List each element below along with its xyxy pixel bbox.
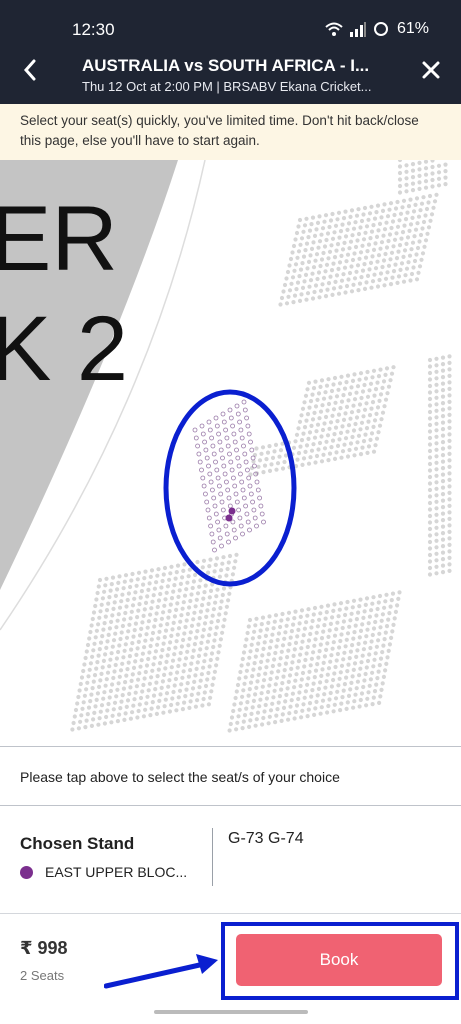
close-button[interactable] <box>417 58 445 86</box>
chosen-stand-panel: Chosen Stand EAST UPPER BLOC... G-73 G-7… <box>0 806 461 914</box>
selected-seat-2 <box>228 507 236 515</box>
block-label-line-1: ER <box>0 188 118 290</box>
booking-footer: ₹ 998 2 Seats Book <box>0 914 461 1024</box>
instruction-text: Please tap above to select the seat/s of… <box>20 769 340 785</box>
stand-color-dot-icon <box>20 865 33 879</box>
app-header: AUSTRALIA vs SOUTH AFRICA - I... Thu 12 … <box>0 44 461 104</box>
chevron-left-icon <box>23 59 37 86</box>
seat-map[interactable]: ER K 2 <box>0 160 461 746</box>
total-price: ₹ 998 <box>20 938 68 958</box>
battery-percent: 61% <box>396 20 429 37</box>
status-time: 12:30 <box>72 20 115 39</box>
wifi-icon <box>325 21 343 37</box>
stand-name: EAST UPPER BLOC... <box>45 864 188 880</box>
close-icon <box>421 60 441 85</box>
signal-icon <box>349 21 367 37</box>
status-bar: 12:30 61% <box>0 0 461 44</box>
match-title: AUSTRALIA vs SOUTH AFRICA - I... <box>82 56 370 75</box>
back-button[interactable] <box>18 58 42 86</box>
selected-seat-1 <box>225 514 233 522</box>
seat-count: 2 Seats <box>20 968 65 983</box>
chosen-stand-label: Chosen Stand <box>20 834 135 853</box>
book-button[interactable]: Book <box>236 934 442 986</box>
divider <box>212 828 213 886</box>
battery-icon <box>373 21 391 37</box>
selected-seats: G-73 G-74 <box>228 830 304 847</box>
stand-name-row: EAST UPPER BLOC... <box>20 864 187 880</box>
arrow-right-icon <box>104 954 218 989</box>
gesture-nav-handle[interactable] <box>154 1010 308 1014</box>
time-warning-banner: Select your seat(s) quickly, you've limi… <box>0 104 461 160</box>
instruction-bar: Please tap above to select the seat/s of… <box>0 746 461 806</box>
block-label-line-2: K 2 <box>0 298 128 400</box>
match-subtitle: Thu 12 Oct at 2:00 PM | BRSABV Ekana Cri… <box>82 79 372 94</box>
status-icons: 61% <box>325 20 429 38</box>
